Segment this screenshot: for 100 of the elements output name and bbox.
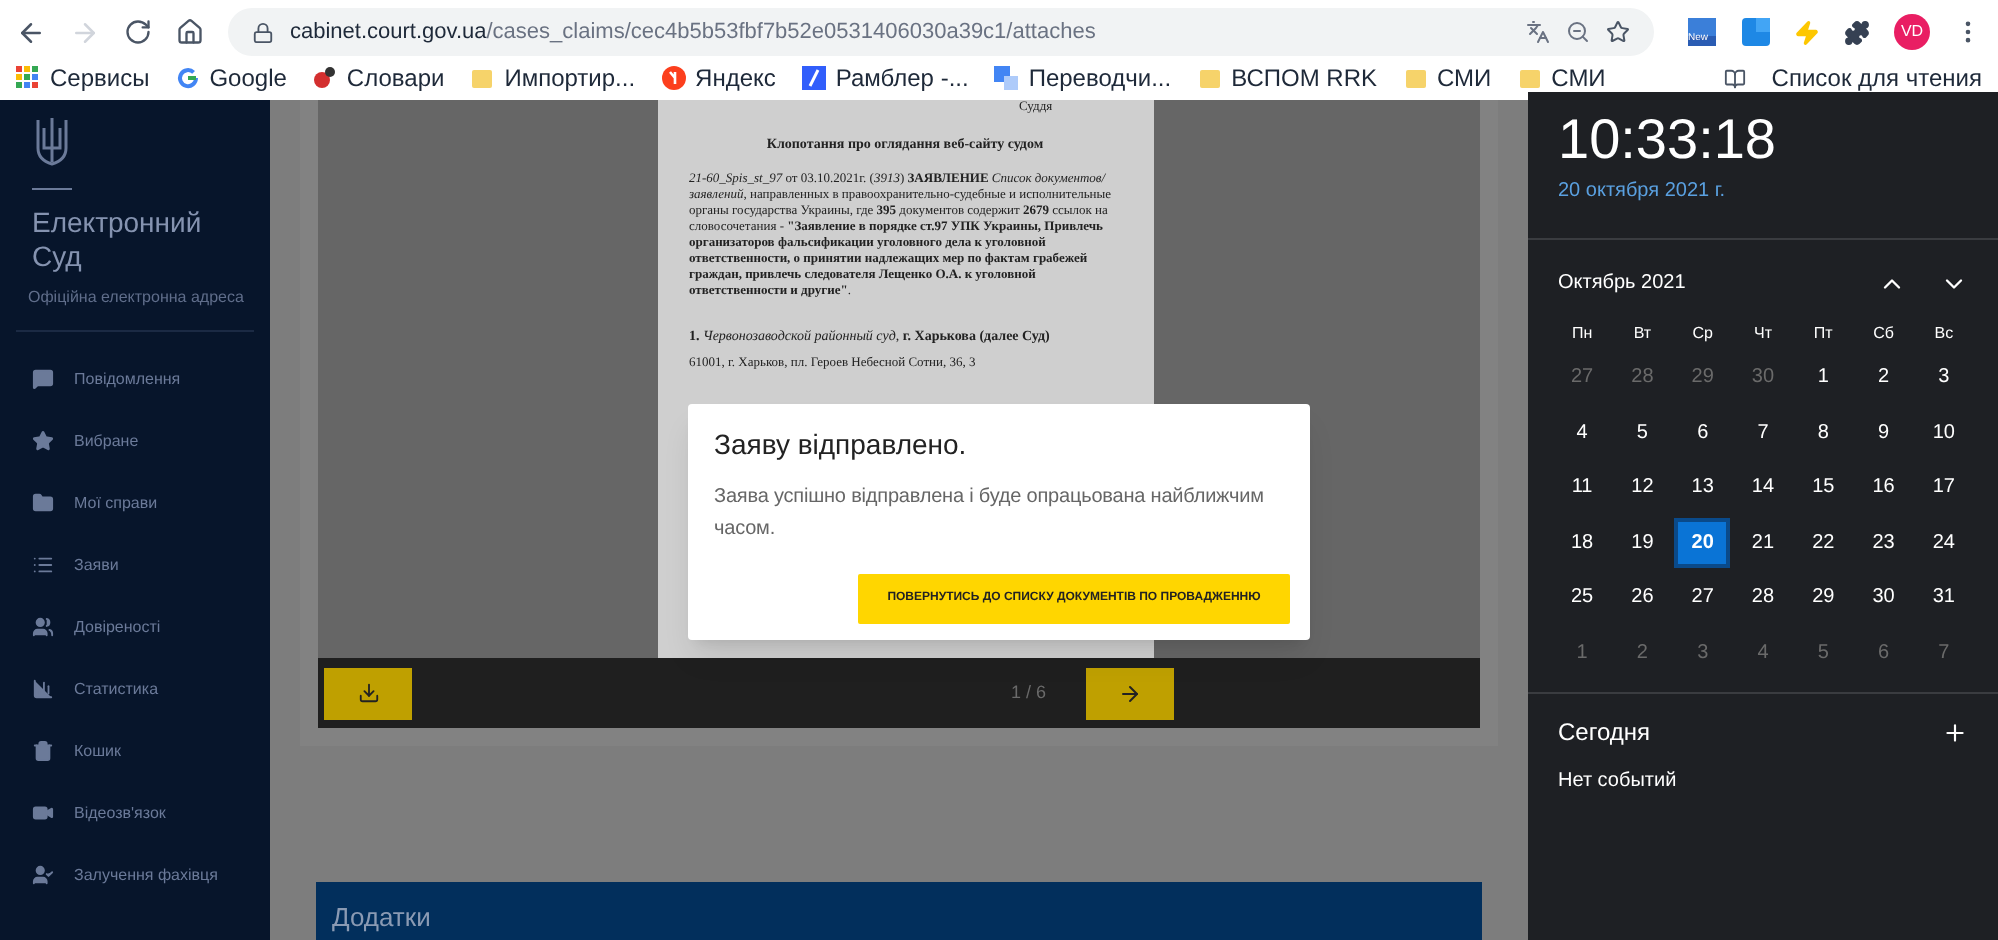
calendar-day[interactable]: 5 (1614, 407, 1671, 458)
home-icon[interactable] (176, 18, 204, 46)
folder-icon (470, 66, 495, 90)
calendar-day[interactable]: 10 (1915, 407, 1972, 458)
sidebar-item[interactable]: Статистика (0, 658, 270, 720)
calendar-day[interactable]: 23 (1855, 517, 1912, 568)
calendar-day[interactable]: 4 (1554, 407, 1611, 458)
next-page-button[interactable] (1086, 667, 1174, 719)
calendar-day[interactable]: 17 (1915, 462, 1972, 513)
calendar-day[interactable]: 6 (1674, 407, 1731, 458)
clock-date: 20 октября 2021 г. (1558, 178, 1728, 206)
calendar-day[interactable]: 24 (1915, 517, 1972, 568)
bookmark-link[interactable]: Google (209, 66, 287, 90)
calendar-day[interactable]: 27 (1674, 572, 1731, 623)
sidebar-item[interactable]: Повідомлення (0, 348, 270, 410)
calendar-day[interactable]: 28 (1734, 572, 1791, 623)
url-text: cabinet.court.gov.ua/cases_claims/cec4b5b53fbf7b52e0531406030a39c1/attaches (290, 17, 1096, 48)
today-title: Сегодня (1558, 716, 1652, 750)
download-icon (357, 682, 379, 704)
reading-list-icon[interactable] (1723, 67, 1746, 89)
weekday-label: Сб (1871, 322, 1896, 346)
bookmark-link[interactable]: Импортир... (504, 66, 636, 90)
person-check-icon (32, 864, 54, 886)
weekday-label: Пн (1569, 322, 1595, 346)
sidebar-item[interactable]: Залучення фахівця (0, 844, 270, 906)
address-bar[interactable]: cabinet.court.gov.ua/cases_claims/cec4b5b53fbf7b52e0531406030a39c1/attaches (228, 8, 1654, 56)
bookmark-link[interactable]: ВСПОМ RRK (1231, 66, 1377, 90)
calendar-day[interactable]: 8 (1795, 407, 1852, 458)
profile-avatar[interactable]: VD (1894, 14, 1930, 50)
sidebar-item[interactable]: Заяви (0, 534, 270, 596)
bookmark-link[interactable]: Переводчи... (1028, 66, 1172, 90)
back-icon[interactable] (16, 17, 46, 47)
sidebar-item[interactable]: Кошик (0, 720, 270, 782)
calendar-day[interactable]: 13 (1674, 462, 1731, 513)
sidebar-item[interactable]: Довіреності (0, 596, 270, 658)
calendar-day[interactable]: 25 (1554, 572, 1611, 623)
reading-list-link[interactable]: Список для чтения (1771, 66, 1982, 90)
folder-icon (1197, 66, 1222, 90)
weekday-label: Пт (1811, 322, 1835, 346)
calendar-day[interactable]: 21 (1734, 517, 1791, 568)
extension-icon[interactable] (1686, 16, 1718, 48)
trash-icon (32, 740, 54, 762)
month-title: Октябрь 2021 (1558, 270, 1688, 298)
calendar-day[interactable]: 16 (1855, 462, 1912, 513)
modal-title: Заяву відправлено. (714, 426, 969, 464)
download-button[interactable] (324, 667, 412, 719)
bookmark-link[interactable]: Словари (346, 66, 445, 90)
page-indicator: 1 / 6 (1010, 679, 1046, 706)
bookmark-star-icon[interactable] (1606, 20, 1630, 44)
bookmark-link[interactable]: Рамблер -... (835, 66, 969, 90)
calendar-day[interactable]: 14 (1734, 462, 1791, 513)
calendar-day[interactable]: 1 (1795, 352, 1852, 403)
folder-icon (1517, 66, 1542, 90)
arrow-right-icon (1118, 681, 1142, 705)
calendar-day[interactable]: 22 (1795, 517, 1852, 568)
clock-time: 10:33:18 (1558, 108, 1778, 172)
calendar-day[interactable]: 19 (1614, 517, 1671, 568)
message-icon (32, 368, 54, 390)
weekday-label: Ср (1690, 322, 1715, 346)
google-icon (175, 66, 200, 90)
calendar-day[interactable]: 26 (1614, 572, 1671, 623)
weekday-label: Вс (1932, 322, 1956, 346)
weekday-label: Вт (1631, 322, 1654, 346)
list-icon (32, 554, 54, 576)
extensions-icon[interactable] (1844, 19, 1870, 45)
calendar-day[interactable]: 12 (1614, 462, 1671, 513)
calendar-day[interactable]: 9 (1855, 407, 1912, 458)
calendar-day[interactable]: 18 (1554, 517, 1611, 568)
calendar-day[interactable]: 15 (1795, 462, 1852, 513)
weekday-label: Чт (1751, 322, 1774, 346)
calendar-day[interactable]: 20 (1674, 517, 1731, 568)
dictionary-icon (312, 66, 337, 90)
calendar-day[interactable]: 7 (1734, 407, 1791, 458)
zoom-out-icon[interactable] (1566, 20, 1590, 44)
video-camera-icon (32, 802, 54, 824)
calendar-day[interactable]: 30 (1855, 572, 1912, 623)
folder-icon (32, 492, 54, 514)
bookmark-link[interactable]: Яндекс (695, 66, 776, 90)
modal-message: Заява успішно відправлена і буде опрацьована найближчим часом. (714, 484, 1266, 544)
lock-icon (252, 21, 274, 43)
apps-grid-icon (16, 66, 40, 90)
translate-icon[interactable] (1526, 20, 1550, 44)
add-event-icon[interactable] (1942, 719, 1968, 745)
bookmark-link[interactable]: СМИ (1551, 66, 1606, 90)
attachments-header: Додатки (316, 882, 1482, 940)
calendar-day[interactable]: 11 (1554, 462, 1611, 513)
folder-icon (1403, 66, 1427, 90)
calendar-day[interactable]: 31 (1915, 572, 1972, 623)
calendar-day[interactable]: 29 (1795, 572, 1852, 623)
reload-icon[interactable] (124, 18, 152, 46)
people-icon (32, 616, 54, 638)
sidebar-item[interactable]: Вибране (0, 410, 270, 472)
calendar-day[interactable]: 3 (1915, 352, 1972, 403)
bookmark-link[interactable]: СМИ (1437, 66, 1492, 90)
chart-icon (32, 678, 54, 700)
calendar-day[interactable]: 2 (1855, 352, 1912, 403)
translate-icon (994, 66, 1019, 90)
bookmark-link[interactable]: Сервисы (50, 66, 150, 90)
sidebar-item[interactable]: Відеозв'язок (0, 782, 270, 844)
sidebar-item[interactable]: Мої справи (0, 472, 270, 534)
